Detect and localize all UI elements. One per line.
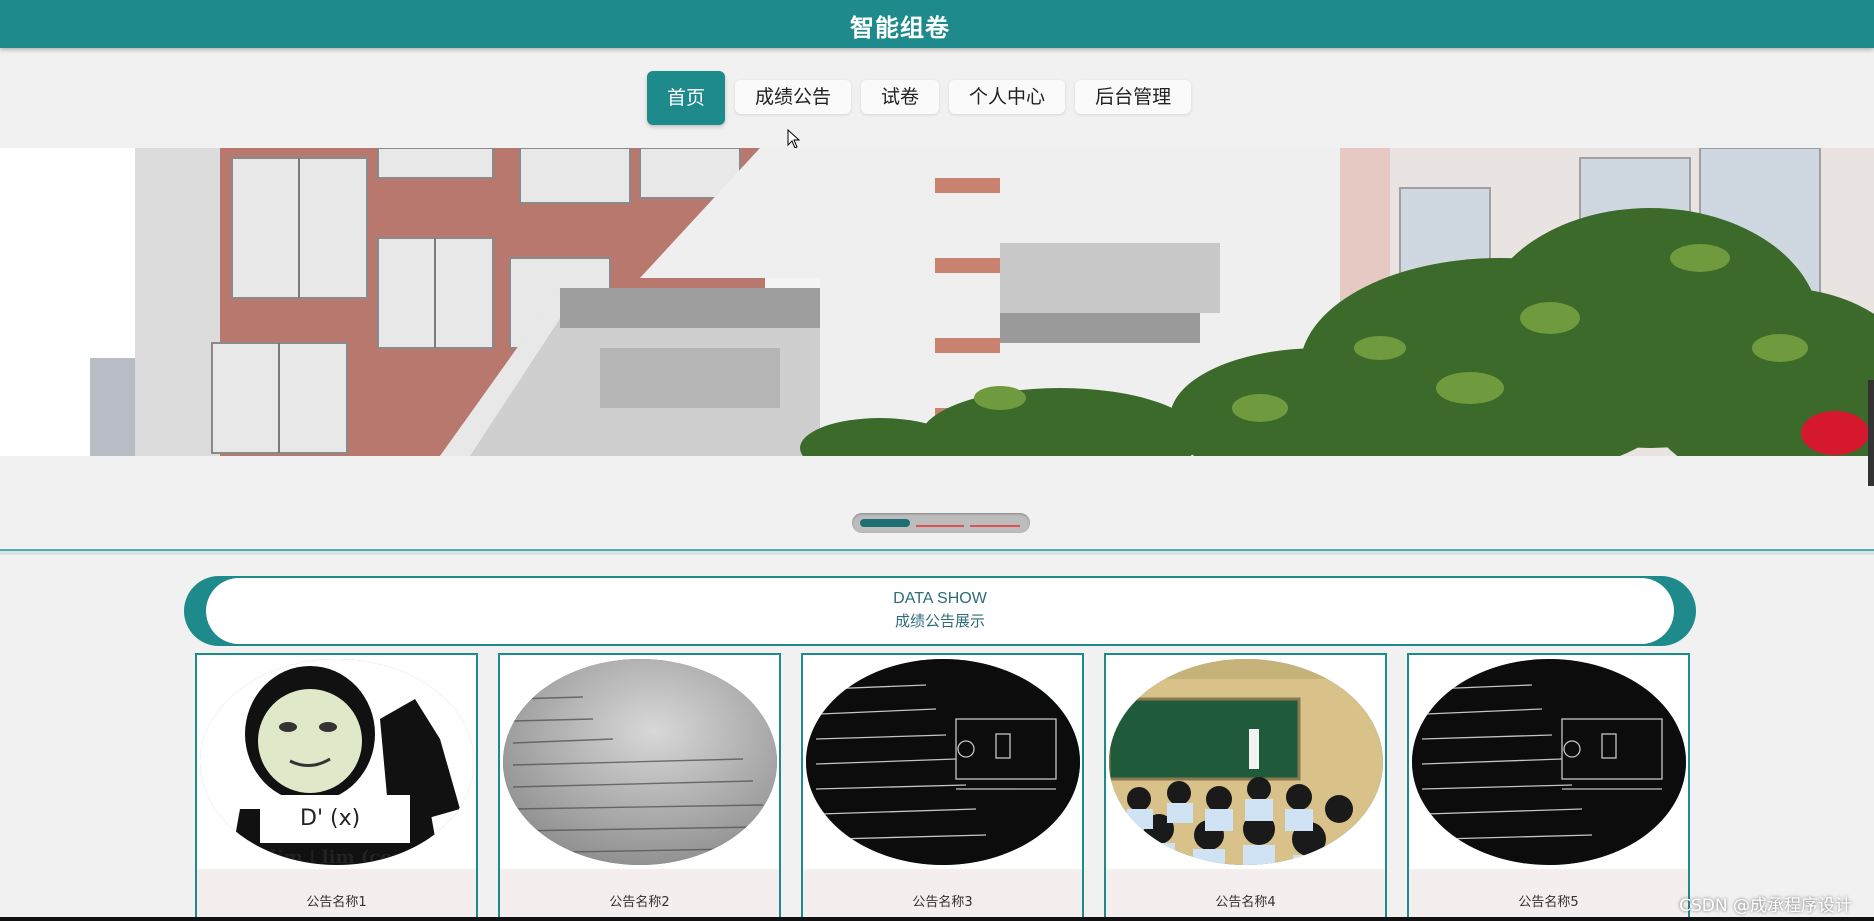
notice-card[interactable]: 公告名称5 — [1407, 653, 1690, 921]
carousel-pagination — [852, 513, 1030, 533]
meme-text-2: lim | lim (cos(t — [270, 847, 420, 865]
section-header-inner: DATA SHOW 成绩公告展示 — [206, 578, 1674, 644]
notice-card-image — [503, 659, 777, 865]
section-title-en: DATA SHOW — [893, 590, 987, 607]
notice-card-image — [1412, 659, 1686, 865]
section-divider — [0, 549, 1874, 555]
carousel-dot-3[interactable] — [970, 525, 1020, 527]
meme-text: D' (x) — [300, 806, 360, 831]
notice-card[interactable]: 公告名称2 — [498, 653, 781, 921]
site-title: 智能组卷 — [850, 14, 950, 42]
section-title-cn: 成绩公告展示 — [894, 612, 985, 630]
section-header: DATA SHOW 成绩公告展示 — [184, 576, 1696, 646]
banner-carousel[interactable] — [0, 148, 1874, 456]
top-header-bar: 智能组卷 — [0, 0, 1874, 48]
nav-item-personal-center[interactable]: 个人中心 — [949, 80, 1066, 114]
notice-card[interactable]: D' (x) lim | lim (cos(t 公告名称1 — [195, 653, 478, 921]
nav-item-admin[interactable]: 后台管理 — [1075, 80, 1192, 114]
nav-item-score-notice[interactable]: 成绩公告 — [735, 80, 852, 114]
notice-card-title: 公告名称4 — [1106, 869, 1385, 919]
main-nav: 首页 成绩公告 试卷 个人中心 后台管理 — [647, 71, 1192, 125]
banner-image — [0, 148, 1874, 456]
mouse-cursor-icon — [787, 129, 801, 149]
csdn-watermark: CSDN @成承程序设计 — [1679, 896, 1852, 916]
notice-card-title: 公告名称5 — [1409, 869, 1688, 919]
notice-card[interactable]: 公告名称4 — [1104, 653, 1387, 921]
notice-card[interactable]: 公告名称3 — [801, 653, 1084, 921]
notice-card-image — [1109, 659, 1383, 865]
carousel-dot-2[interactable] — [916, 525, 964, 527]
notice-card-image — [806, 659, 1080, 865]
notice-card-title: 公告名称3 — [803, 869, 1082, 919]
notice-card-title: 公告名称1 — [197, 869, 476, 919]
notice-card-title: 公告名称2 — [500, 869, 779, 919]
carousel-dot-1[interactable] — [860, 519, 910, 527]
notice-card-image: D' (x) lim | lim (cos(t — [200, 659, 474, 865]
notice-card-list: D' (x) lim | lim (cos(t 公告名称1 公告名称2 公告名称… — [195, 653, 1690, 921]
nav-item-exam-paper[interactable]: 试卷 — [861, 80, 940, 114]
nav-item-home[interactable]: 首页 — [647, 71, 726, 125]
banner-scroll-indicator — [1868, 380, 1874, 486]
bottom-edge — [0, 917, 1874, 921]
